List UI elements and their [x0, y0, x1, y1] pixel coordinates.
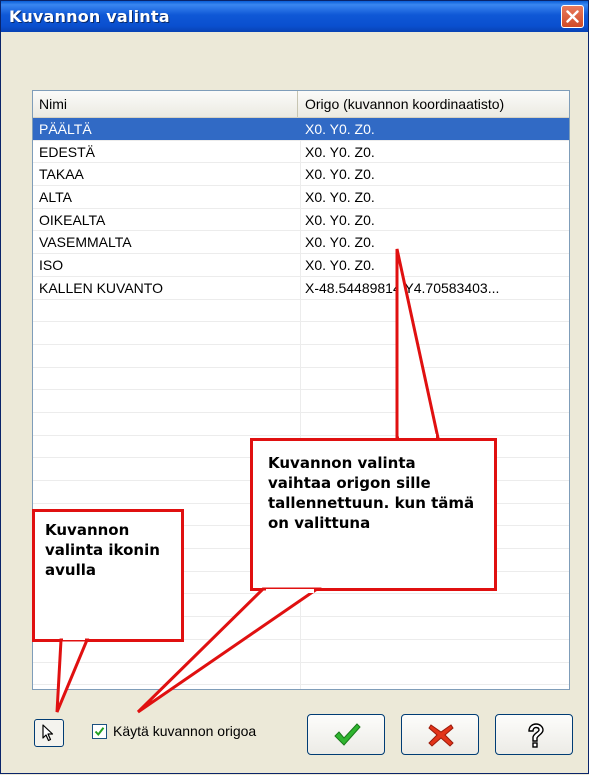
checkmark-small-icon [94, 727, 105, 737]
ok-button[interactable] [307, 714, 385, 755]
dialog-window: Kuvannon valinta Nimi Origo (kuvannon ko… [0, 0, 589, 774]
cursor-pointer-icon [42, 724, 54, 742]
callout-arrow-down [136, 587, 322, 714]
question-mark-icon [528, 723, 544, 748]
use-origin-checkbox[interactable] [92, 724, 107, 739]
callout-arrow-up [395, 248, 440, 440]
callout-arrow-left [55, 638, 90, 713]
cancel-button[interactable] [401, 714, 479, 755]
help-button[interactable] [495, 714, 573, 755]
use-origin-label[interactable]: Käytä kuvannon origoa [113, 723, 256, 739]
red-x-icon [428, 724, 454, 747]
checkmark-icon [334, 723, 361, 746]
callout-arrows [55, 248, 440, 714]
pointer-select-button[interactable] [34, 719, 64, 747]
